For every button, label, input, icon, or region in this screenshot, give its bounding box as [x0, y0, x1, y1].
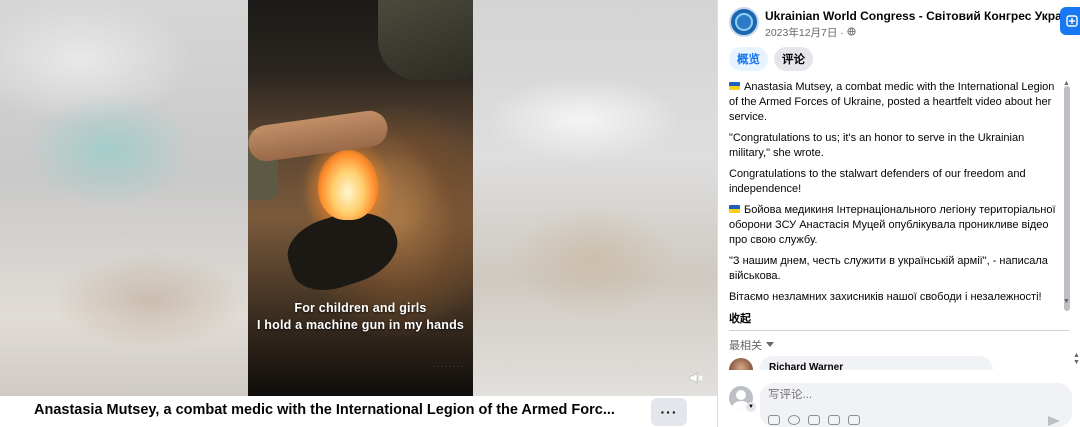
gif-icon[interactable]: [828, 415, 840, 425]
post-paragraph: "Congratulations to us; it's an honor to…: [729, 132, 1025, 159]
user-silhouette-head: [736, 390, 746, 400]
commenter-avatar[interactable]: [729, 358, 753, 370]
post-body: Anastasia Mutsey, a combat medic with th…: [729, 80, 1057, 311]
sticker-icon[interactable]: [848, 415, 860, 425]
account-switch-chevron-icon[interactable]: ▼: [746, 402, 756, 412]
add-friend-icon: [1066, 15, 1078, 27]
comment-composer[interactable]: [760, 383, 1072, 427]
tab-comments[interactable]: 评论: [774, 47, 813, 71]
composer-toolbar: [768, 415, 860, 425]
video-scene-flame: [318, 150, 378, 220]
page-avatar[interactable]: [729, 7, 759, 37]
video-subtitle-line-2: I hold a machine gun in my hands: [256, 318, 465, 332]
video-blur-background-right: [473, 0, 717, 396]
post-paragraph: Вітаємо незламних захисників нашої свобо…: [729, 291, 1042, 303]
more-options-button[interactable]: ···: [651, 398, 687, 426]
video-player[interactable]: For children and girls I hold a machine …: [0, 0, 717, 396]
sort-label: 最相关: [729, 340, 762, 352]
ukraine-flag-icon: [729, 82, 740, 90]
post-date[interactable]: 2023年12月7日 ·: [765, 25, 844, 40]
camera-icon[interactable]: [808, 415, 820, 425]
video-frame[interactable]: For children and girls I hold a machine …: [248, 0, 473, 396]
add-friend-button[interactable]: [1060, 7, 1080, 35]
video-title: Anastasia Mutsey, a combat medic with th…: [34, 402, 615, 418]
post-scrollbar[interactable]: [1064, 86, 1070, 311]
collapse-link[interactable]: 收起: [729, 310, 751, 326]
ukraine-flag-icon: [729, 205, 740, 213]
video-watermark: · · · · · · · ·: [432, 364, 463, 370]
video-scene-arm: [248, 108, 390, 164]
post-paragraph: "З нашим днем, честь служити в українськ…: [729, 255, 1048, 282]
post-paragraph: Congratulations to the stalwart defender…: [729, 168, 1026, 195]
comment-input[interactable]: [768, 389, 1028, 401]
page-name-link[interactable]: Ukrainian World Congress - Світовий Конг…: [765, 9, 1080, 23]
post-meta: 2023年12月7日 ·: [765, 25, 856, 40]
comment-author[interactable]: Richard Warner: [769, 362, 983, 370]
page-logo-icon: [735, 13, 753, 31]
post-paragraph: Бойова медикиня Інтернаціонального легіо…: [729, 204, 1056, 246]
post-tabs: 概览 评论: [729, 47, 813, 71]
avatar-sticker-icon[interactable]: [768, 415, 780, 425]
globe-icon: [847, 26, 856, 39]
send-icon[interactable]: [1048, 416, 1060, 426]
scroll-down-arrow-icon[interactable]: ▼: [1063, 298, 1070, 305]
tab-overview[interactable]: 概览: [729, 47, 768, 71]
section-divider: [729, 330, 1069, 331]
video-blur-background-left: [0, 0, 248, 396]
post-side-panel: Ukrainian World Congress - Світовий Конг…: [717, 0, 1080, 427]
panel-scroll-arrows-icon[interactable]: ▲ ▼: [1073, 352, 1080, 366]
emoji-icon[interactable]: [788, 415, 800, 425]
comment-item: Richard Warner: [729, 356, 1069, 370]
speaker-muted-icon[interactable]: [686, 368, 706, 388]
chevron-down-icon: [766, 339, 774, 351]
video-scene-vest: [378, 0, 473, 80]
comment-sort-dropdown[interactable]: 最相关: [729, 337, 774, 353]
comment-bubble: Richard Warner: [759, 356, 993, 370]
video-subtitle-line-1: For children and girls: [294, 301, 427, 315]
post-paragraph: Anastasia Mutsey, a combat medic with th…: [729, 81, 1055, 123]
